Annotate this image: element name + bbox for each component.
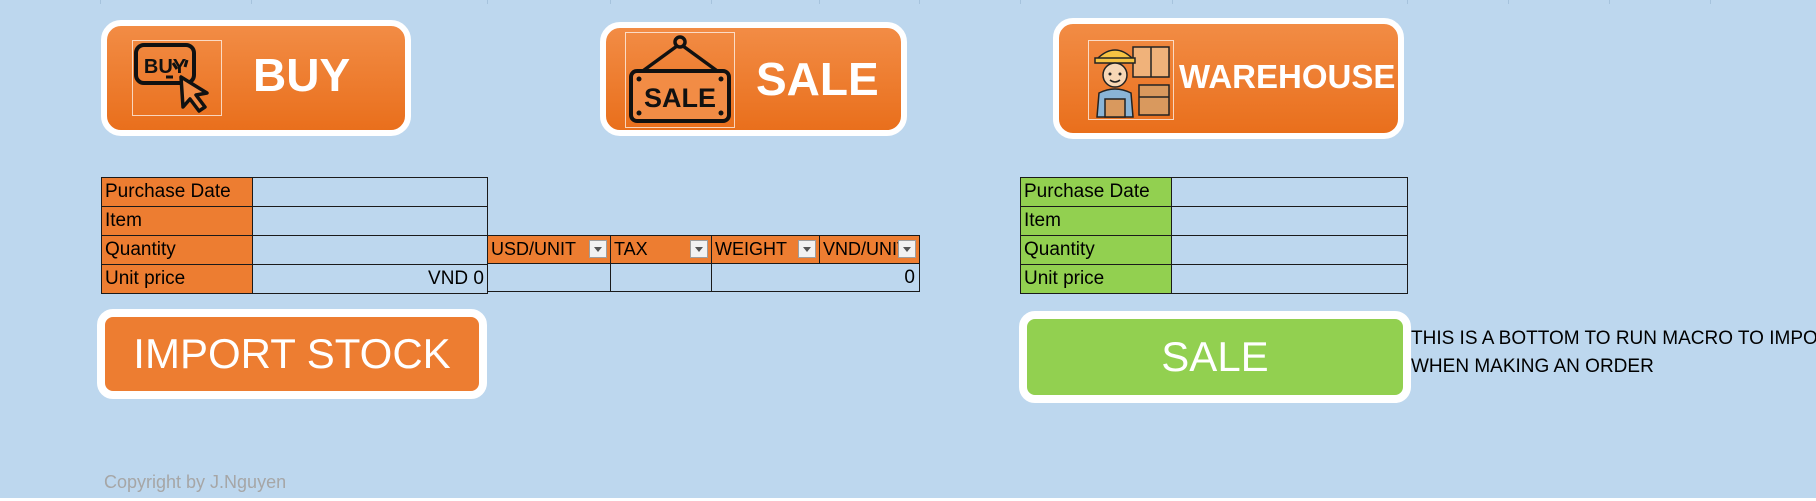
- item-label: Item: [101, 206, 253, 236]
- import-stock-label: IMPORT STOCK: [133, 330, 451, 377]
- macro-note: THIS IS A BOTTOM TO RUN MACRO TO IMPORT …: [1411, 325, 1816, 381]
- sale-unit-price-label: Unit price: [1020, 264, 1172, 294]
- table-row: Quantity: [1020, 235, 1408, 265]
- table-row: Unit price VND 0: [101, 264, 488, 294]
- dropdown-arrow-icon[interactable]: [589, 240, 607, 258]
- buy-click-icon: BUY: [134, 43, 209, 113]
- column-guide: [819, 0, 820, 4]
- item-input[interactable]: [252, 206, 488, 236]
- macro-note-line2: WHEN MAKING AN ORDER: [1411, 356, 1654, 377]
- usd-unit-value-cell[interactable]: [487, 263, 611, 292]
- buy-label: BUY: [253, 49, 351, 101]
- tax-header-label: TAX: [614, 239, 648, 259]
- weight-header-label: WEIGHT: [715, 239, 787, 259]
- table-row: Quantity: [101, 235, 488, 265]
- column-guide: [251, 0, 252, 4]
- spreadsheet-canvas: BUY BUY SALE SALE WAREHOUSE Purchase Dat…: [0, 0, 1816, 498]
- sale-icon-frame: SALE: [625, 32, 735, 128]
- column-guide: [711, 0, 712, 4]
- sale-nav-button[interactable]: SALE SALE: [600, 22, 907, 136]
- sale-purchase-date-input[interactable]: [1171, 177, 1408, 207]
- sale-purchase-date-label: Purchase Date: [1020, 177, 1172, 207]
- buy-icon-text: BUY: [144, 56, 187, 78]
- table-row: Purchase Date: [1020, 177, 1408, 207]
- column-guide: [610, 0, 611, 4]
- column-guide: [1407, 0, 1408, 4]
- macro-note-line1: THIS IS A BOTTOM TO RUN MACRO TO IMPORT: [1411, 328, 1816, 349]
- sale-quantity-label: Quantity: [1020, 235, 1172, 265]
- column-guide: [1710, 0, 1711, 4]
- sale-item-label: Item: [1020, 206, 1172, 236]
- table-row: Item: [101, 206, 488, 236]
- column-guide: [1020, 0, 1021, 4]
- vnd-result-cell[interactable]: 0: [711, 263, 920, 292]
- sale-unit-price-input[interactable]: [1171, 264, 1408, 294]
- sale-form-table: Purchase Date Item Quantity Unit price: [1020, 177, 1408, 294]
- sale-action-label: SALE: [1161, 333, 1269, 380]
- quantity-input[interactable]: [252, 235, 488, 265]
- column-guide: [919, 0, 920, 4]
- usd-unit-header: USD/UNIT: [487, 235, 611, 264]
- column-guide: [1609, 0, 1610, 4]
- sale-action-button[interactable]: SALE: [1019, 311, 1411, 403]
- column-guide: [487, 0, 488, 4]
- unit-price-value[interactable]: VND 0: [252, 264, 488, 294]
- dropdown-arrow-icon[interactable]: [898, 240, 916, 258]
- warehouse-label: WAREHOUSE: [1179, 58, 1396, 95]
- usd-unit-header-label: USD/UNIT: [491, 239, 576, 259]
- column-guide: [100, 0, 101, 4]
- import-stock-button[interactable]: IMPORT STOCK: [97, 309, 487, 399]
- sale-item-input[interactable]: [1171, 206, 1408, 236]
- copyright-text: Copyright by J.Nguyen: [104, 472, 287, 492]
- tax-value-cell[interactable]: [610, 263, 712, 292]
- table-row: Item: [1020, 206, 1408, 236]
- quantity-label: Quantity: [101, 235, 253, 265]
- purchase-date-input[interactable]: [252, 177, 488, 207]
- table-row: Unit price: [1020, 264, 1408, 294]
- tax-header: TAX: [610, 235, 712, 264]
- dropdown-arrow-icon[interactable]: [798, 240, 816, 258]
- warehouse-icon-frame: [1088, 40, 1174, 120]
- column-guide: [1172, 0, 1173, 4]
- unit-price-label: Unit price: [101, 264, 253, 294]
- sale-nav-label: SALE: [756, 53, 879, 105]
- sale-sign-icon: SALE: [629, 35, 731, 123]
- vnd-unit-header: VND/UNIT: [819, 235, 920, 264]
- warehouse-button[interactable]: WAREHOUSE: [1053, 18, 1404, 139]
- purchase-form-table: Purchase Date Item Quantity Unit price V…: [101, 177, 488, 294]
- column-guide: [1508, 0, 1509, 4]
- dropdown-arrow-icon[interactable]: [690, 240, 708, 258]
- buy-icon-frame: BUY: [132, 40, 222, 116]
- sale-icon-text: SALE: [644, 83, 716, 113]
- table-row: Purchase Date: [101, 177, 488, 207]
- weight-header: WEIGHT: [711, 235, 820, 264]
- warehouse-worker-icon: [1094, 46, 1170, 118]
- buy-button[interactable]: BUY BUY: [101, 20, 411, 136]
- sale-quantity-input[interactable]: [1171, 235, 1408, 265]
- vnd-unit-header-label: VND/UNIT: [823, 239, 908, 259]
- purchase-date-label: Purchase Date: [101, 177, 253, 207]
